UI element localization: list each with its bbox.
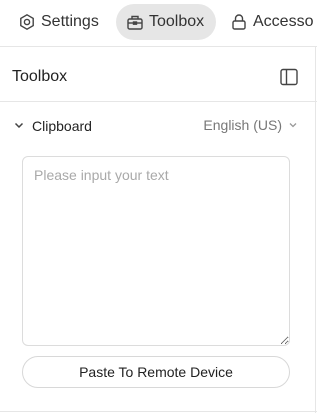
tab-accessories[interactable]: Accesso: [230, 4, 313, 40]
panel-toggle-icon[interactable]: [279, 67, 299, 87]
clipboard-text-input[interactable]: [22, 156, 290, 346]
tab-toolbox-label: Toolbox: [149, 13, 205, 30]
gear-icon: [18, 13, 36, 31]
bottom-divider: [0, 411, 317, 412]
lock-icon: [230, 13, 248, 31]
tab-settings-label: Settings: [41, 13, 99, 30]
tab-accessories-label: Accesso: [253, 13, 314, 30]
tab-toolbox[interactable]: Toolbox: [116, 4, 216, 40]
language-select-value: English (US): [203, 117, 282, 133]
page-title: Toolbox: [12, 68, 68, 85]
chevron-down-icon: [288, 120, 298, 130]
toolbox-icon: [126, 13, 144, 31]
top-tab-bar: Settings Toolbox Accesso: [0, 0, 317, 47]
tab-settings[interactable]: Settings: [18, 4, 99, 40]
clipboard-section-header[interactable]: Clipboard English (US): [0, 103, 315, 147]
chevron-down-icon[interactable]: [13, 119, 25, 131]
paste-to-remote-button[interactable]: Paste To Remote Device: [22, 356, 290, 388]
panel-header: Toolbox: [0, 48, 317, 102]
language-select[interactable]: English (US): [203, 117, 298, 133]
clipboard-title: Clipboard: [32, 118, 92, 134]
